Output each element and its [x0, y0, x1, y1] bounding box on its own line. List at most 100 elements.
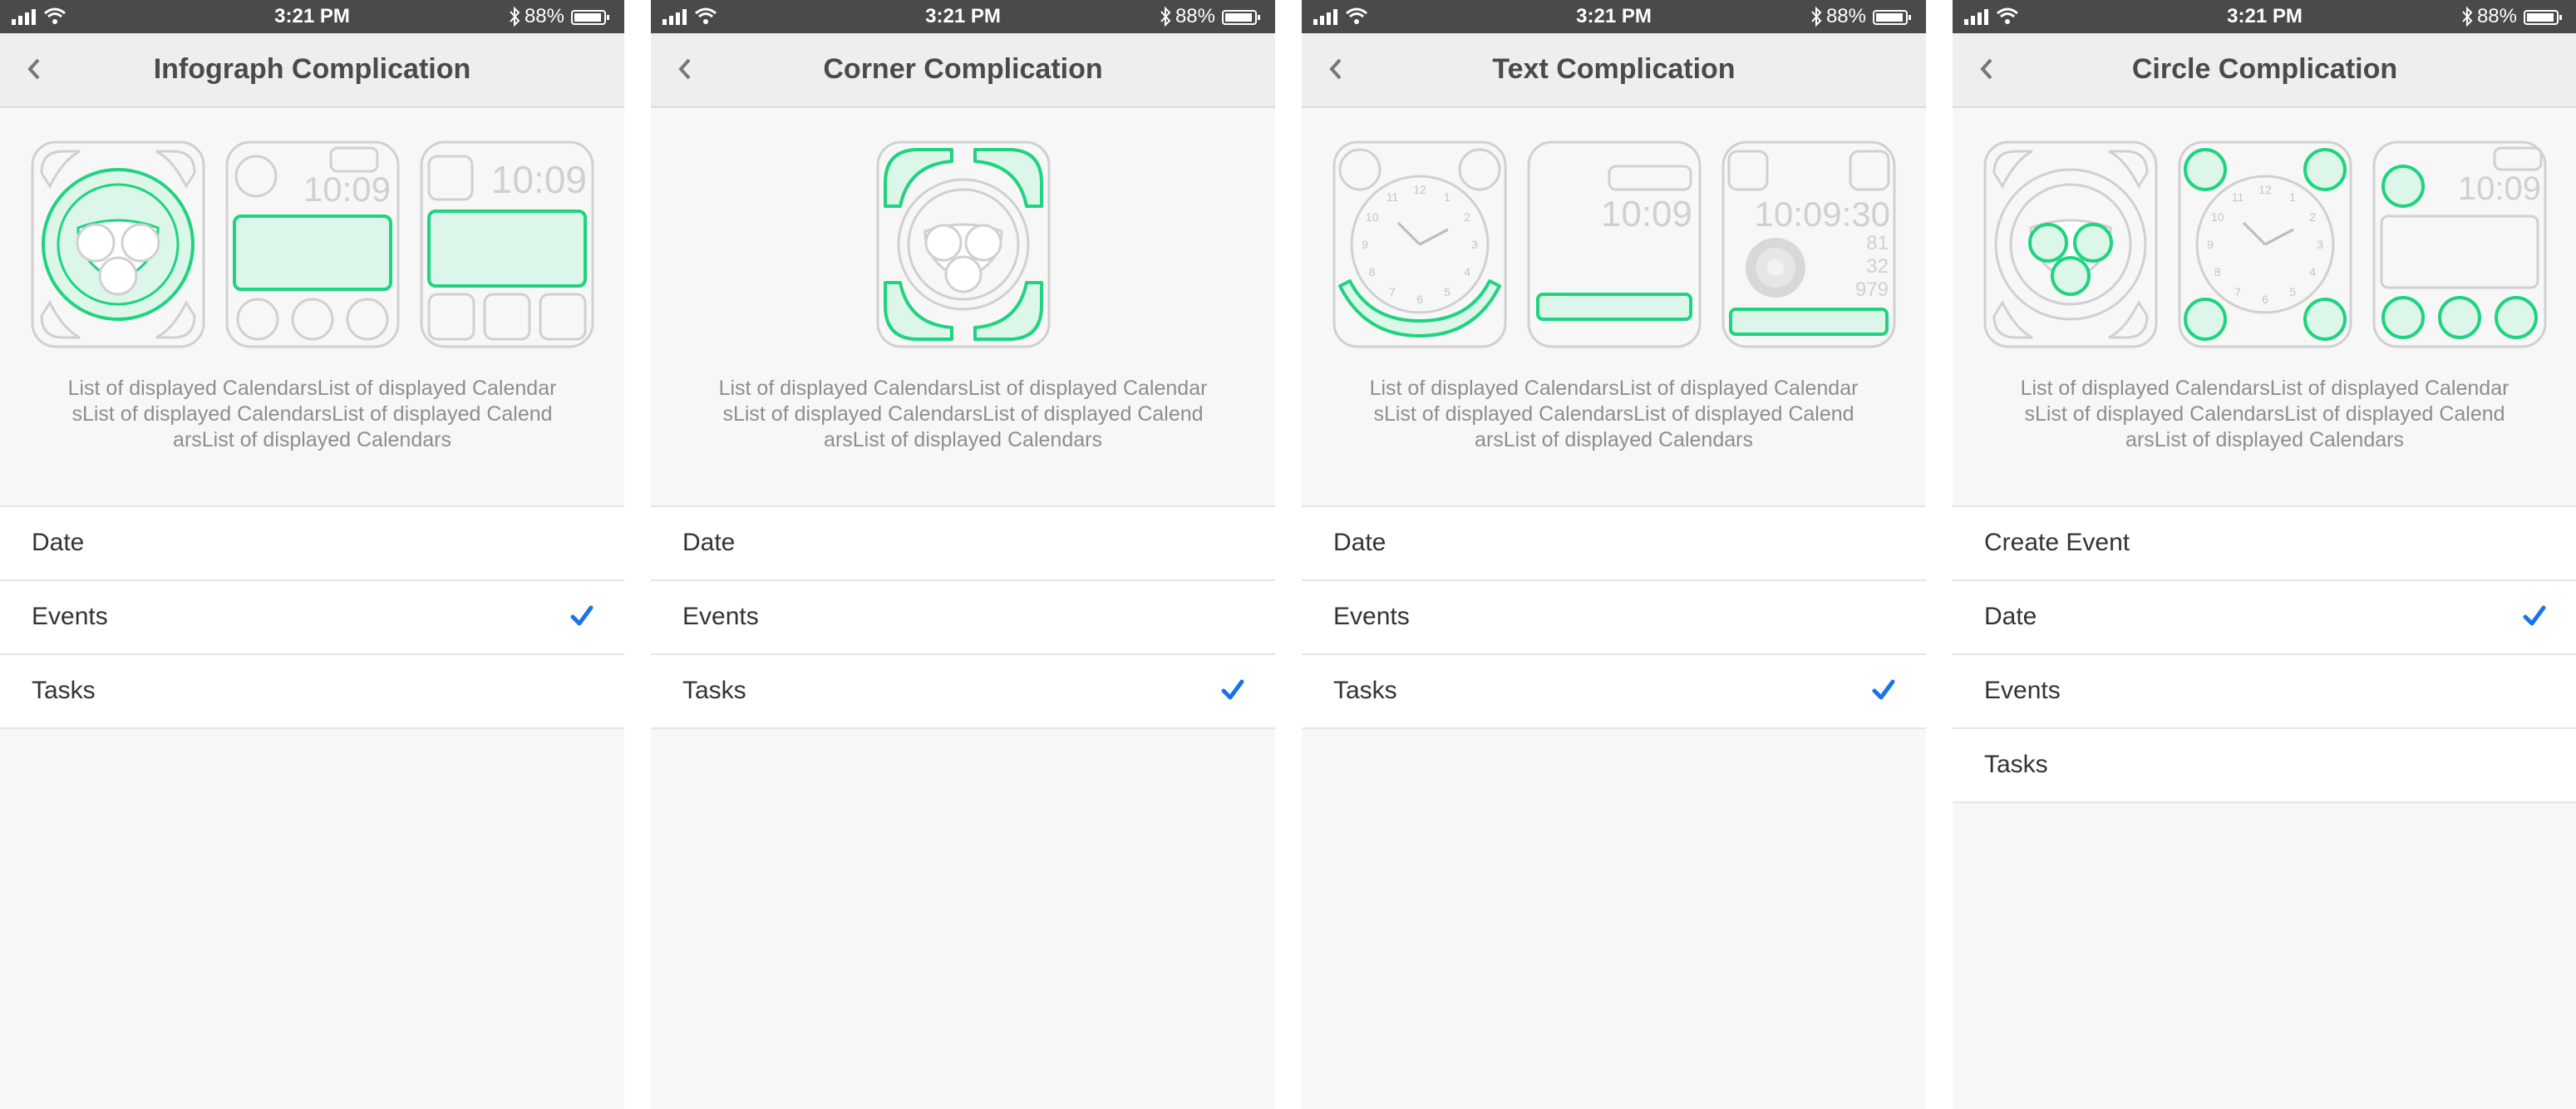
dial-numeral: 4 [1464, 265, 1470, 278]
page-title: Infograph Complication [153, 53, 471, 85]
watch-face-activity-digital: 10:09:30 81 32 979 [1721, 140, 1895, 348]
status-bar: 3:21 PM 88% [1953, 0, 2576, 33]
page-title: Text Complication [1492, 53, 1736, 85]
dial-numeral: 9 [2207, 238, 2214, 251]
option-label: Date [1984, 603, 2037, 630]
nav-bar: Infograph Complication [0, 33, 624, 108]
battery-percent: 88% [1175, 5, 1215, 27]
watch-face-analog-arc: 12 12 3 45 6 7 8 9 10 11 [1332, 140, 1506, 348]
option-label: Tasks [1984, 751, 2048, 778]
dial-numeral: 8 [2214, 265, 2220, 278]
option-row-events[interactable]: Events [0, 581, 624, 655]
checkmark-icon [1221, 679, 1244, 700]
option-row-date[interactable]: Date [1953, 581, 2576, 655]
checkmark-icon [1872, 679, 1895, 700]
battery-icon [1873, 10, 1911, 25]
option-label: Date [682, 529, 736, 556]
battery-percent: 88% [524, 5, 564, 27]
watch-face-infograph-circle [31, 140, 204, 348]
dial-numeral: 10 [2211, 210, 2224, 224]
watch-preview-row [651, 140, 1275, 349]
option-label: Events [1984, 677, 2061, 704]
dial-numeral: 6 [1416, 293, 1423, 306]
nav-bar: Circle Complication [1953, 33, 2576, 108]
description-text: List of displayed CalendarsList of displ… [718, 377, 1208, 451]
option-row-tasks[interactable]: Tasks [1302, 655, 1926, 729]
dial-numeral: 6 [2262, 293, 2268, 306]
nav-bar: Text Complication [1302, 33, 1926, 108]
option-label: Date [32, 529, 85, 556]
dial-numeral: 1 [1444, 190, 1451, 204]
dial-numeral: 8 [1368, 265, 1375, 278]
dial-numeral: 7 [1389, 285, 1396, 298]
dial-numeral: 7 [2234, 285, 2241, 298]
dial-numeral: 4 [2309, 265, 2316, 278]
option-label: Events [1333, 603, 1410, 630]
watch-preview-row: 12 1 2 3 4 5 6 7 8 9 10 11 10:09 10:09:30 81 32 979 [1302, 140, 1926, 349]
status-bar: 3:21 PM 88% [651, 0, 1275, 33]
option-label: Events [682, 603, 759, 630]
dial-numeral: 11 [2231, 190, 2244, 204]
option-row-tasks[interactable]: Tasks [651, 655, 1275, 729]
option-row-tasks[interactable]: Tasks [0, 655, 624, 729]
option-label: Date [1333, 529, 1387, 556]
watch-time: 10:09 [1600, 194, 1692, 234]
option-list: Date Events Tasks [0, 505, 624, 729]
bluetooth-icon [1160, 6, 1171, 27]
option-row-date[interactable]: Date [1302, 507, 1926, 581]
screen-corner: 3:21 PM 88% Corner Complication List of … [651, 0, 1275, 1109]
page-title: Corner Complication [823, 53, 1103, 85]
option-list: Create Event Date Events Tasks [1953, 505, 2576, 803]
watch-face-analog-corners: 12 12 3 45 6 7 8 9 10 11 [2178, 140, 2352, 348]
watch-preview-row: 10:09 10:09 [0, 140, 624, 349]
watch-time: 10:09:30 [1754, 195, 1890, 234]
bluetooth-icon [510, 6, 520, 27]
description-text: List of displayed CalendarsList of displ… [2020, 377, 2510, 451]
dial-numeral: 9 [1362, 238, 1368, 251]
watch-value: 32 [1866, 255, 1889, 278]
option-label: Create Event [1984, 529, 2130, 556]
dial-numeral: 5 [1444, 285, 1451, 298]
option-row-events[interactable]: Events [1953, 655, 2576, 729]
dial-numeral: 11 [1386, 190, 1398, 204]
battery-icon [571, 10, 609, 25]
status-bar: 3:21 PM 88% [1302, 0, 1926, 33]
option-label: Tasks [682, 677, 746, 704]
watch-value: 81 [1866, 232, 1889, 254]
checkmark-icon [2523, 605, 2546, 626]
option-row-create-event[interactable]: Create Event [1953, 507, 2576, 581]
option-row-date[interactable]: Date [651, 507, 1275, 581]
watch-face-infograph-circles [1983, 140, 2157, 348]
dial-numeral: 2 [2309, 210, 2316, 224]
battery-icon [2524, 10, 2562, 25]
watch-time: 10:09 [2457, 170, 2540, 207]
battery-icon [1222, 10, 1260, 25]
dial-numeral: 10 [1366, 210, 1379, 224]
status-bar: 3:21 PM 88% [0, 0, 624, 33]
watch-preview-row: 12 1 2 3 4 5 6 7 8 9 10 11 10:09 [1953, 140, 2576, 349]
dial-numeral: 1 [2289, 190, 2296, 204]
dial-numeral: 2 [1464, 210, 1470, 224]
bluetooth-icon [2462, 6, 2473, 27]
option-label: Events [32, 603, 108, 630]
option-label: Tasks [1333, 677, 1397, 704]
bluetooth-icon [1811, 6, 1822, 27]
option-list: Date Events Tasks [1302, 505, 1926, 729]
description-text: List of displayed CalendarsList of displ… [67, 377, 557, 451]
option-list: Date Events Tasks [651, 505, 1275, 729]
option-row-events[interactable]: Events [651, 581, 1275, 655]
checkmark-icon [570, 605, 594, 626]
watch-face-digital-bar: 10:09 [1527, 140, 1701, 348]
option-row-date[interactable]: Date [0, 507, 624, 581]
dial-numeral: 12 [2258, 183, 2272, 196]
dial-numeral: 12 [1413, 183, 1426, 196]
dial-numeral: 3 [2317, 238, 2323, 251]
option-row-events[interactable]: Events [1302, 581, 1926, 655]
watch-face-modular-circles: 10:09 [2372, 140, 2546, 348]
dial-numeral: 5 [2289, 285, 2296, 298]
option-label: Tasks [32, 677, 96, 704]
watch-value: 979 [1854, 278, 1888, 301]
description-text: List of displayed CalendarsList of displ… [1369, 377, 1859, 451]
battery-percent: 88% [2476, 5, 2517, 27]
option-row-tasks[interactable]: Tasks [1953, 729, 2576, 803]
